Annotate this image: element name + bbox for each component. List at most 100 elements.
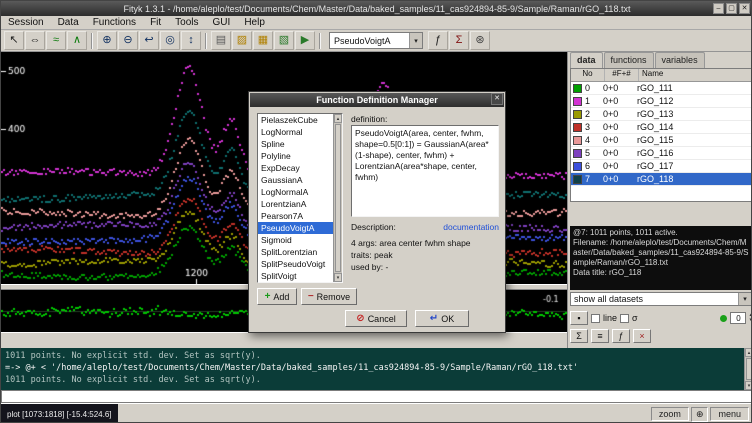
run-script-button[interactable]: ▶ [295,31,315,50]
dataset-row[interactable]: 30+0rGO_114 [571,121,751,134]
aux-splitter[interactable] [1,332,567,348]
dialog-title: Function Definition Manager [316,95,438,105]
zoom-all-button[interactable]: ◎ [160,31,180,50]
column-header-fcount[interactable]: #F+# [605,69,639,81]
point-size-button[interactable]: ▪ [570,311,588,325]
menu-item-functions[interactable]: Functions [86,17,143,28]
console-scrollbar[interactable]: ▴ ▾ [744,348,752,390]
line-checkbox[interactable] [591,314,600,323]
documentation-link[interactable]: documentation [443,222,499,232]
maximize-button[interactable]: ▢ [726,3,737,14]
dataset-color-swatch [573,97,582,106]
add-function-button[interactable]: + Add [257,288,297,305]
dataset-row[interactable]: 40+0rGO_115 [571,134,751,147]
function-list-item[interactable]: LogNormal [258,126,333,138]
description-label: Description: [351,222,396,232]
dataset-number: 2 [585,109,603,119]
function-list-item[interactable]: ExpDecay [258,162,333,174]
dataset-filter-combo[interactable]: show all datasets ▾ [570,292,752,306]
dataset-color-swatch [573,84,582,93]
scroll-thumb[interactable] [746,358,752,380]
scroll-down-icon[interactable]: ▾ [745,381,752,390]
scroll-up-icon[interactable]: ▴ [334,114,342,123]
status-menu[interactable]: menu [710,407,749,421]
minimize-button[interactable]: – [713,3,724,14]
baseline-mode-button[interactable]: ≈ [46,31,66,50]
dataset-row[interactable]: 70+0rGO_118 [571,173,751,186]
function-list-item[interactable]: PseudoVoigtA [258,222,333,234]
dataset-number: 6 [585,161,603,171]
column-header-name[interactable]: Name [639,69,751,81]
remove-function-button[interactable]: − Remove [301,288,357,305]
sum-functions-button[interactable]: Σ [570,329,588,343]
function-list-button[interactable]: ≡ [591,329,609,343]
scroll-thumb[interactable] [335,124,341,272]
function-list-item[interactable]: SplitVoigt [258,270,333,282]
delete-function-icon: × [639,332,644,341]
point-size-spinner[interactable]: 0 [730,312,746,324]
ok-button[interactable]: ↵ OK [415,310,469,327]
close-button[interactable]: ✕ [739,3,750,14]
menu-item-data[interactable]: Data [51,17,86,28]
range-mode-button[interactable]: ⇔ [25,31,45,50]
sidebar-splitter[interactable] [568,202,752,226]
scroll-down-icon[interactable]: ▾ [334,273,342,282]
dataset-row[interactable]: 10+0rGO_112 [571,95,751,108]
dataset-row[interactable]: 00+0rGO_111 [571,82,751,95]
command-input[interactable] [1,390,752,403]
menu-item-session[interactable]: Session [1,17,51,28]
export-data-button[interactable]: ▧ [274,31,294,50]
dataset-row[interactable]: 50+0rGO_116 [571,147,751,160]
title-bar[interactable]: Fityk 1.3.1 - /home/aleplo/test/Document… [1,1,752,16]
function-list-item[interactable]: LorentzianA [258,198,333,210]
add-peak-mode-button[interactable]: ∧ [67,31,87,50]
cancel-button[interactable]: ⊘ Cancel [345,310,407,327]
zoom-previous-button[interactable]: ↩ [139,31,159,50]
add-peak-mode-icon: ∧ [73,35,81,46]
auto-add-button[interactable]: ƒ [428,31,448,50]
tab-data[interactable]: data [570,52,603,68]
new-session-button[interactable]: ▤ [211,31,231,50]
zoom-vertical-button[interactable]: ↕ [181,31,201,50]
menu-item-fit[interactable]: Fit [143,17,168,28]
dataset-row[interactable]: 60+0rGO_117 [571,160,751,173]
fit-run-button[interactable]: Σ [449,31,469,50]
settings-button[interactable]: ⊛ [470,31,490,50]
zoom-icon[interactable]: ⊕ [691,407,709,422]
zoom-out-button[interactable]: ⊖ [118,31,138,50]
dataset-color-swatch [573,175,582,184]
function-type-combo[interactable]: PseudoVoigtA▾ [329,32,423,49]
tab-variables[interactable]: variables [655,52,705,68]
column-header-no[interactable]: No [571,69,605,81]
delete-function-button[interactable]: × [633,329,651,343]
function-list-item[interactable]: Polyline [258,150,333,162]
function-list-item[interactable]: SplitPseudoVoigt [258,258,333,270]
dialog-close-button[interactable]: ✕ [491,93,503,105]
function-list-item[interactable]: GaussianA [258,174,333,186]
save-session-button[interactable]: ▦ [253,31,273,50]
tab-functions[interactable]: functions [604,52,654,68]
function-list-scrollbar[interactable]: ▴ ▾ [333,114,342,282]
dialog-title-bar[interactable]: Function Definition Manager [250,93,504,107]
function-list-item[interactable]: LogNormalA [258,186,333,198]
function-list-item[interactable]: SplitLorentzian [258,246,333,258]
function-list-item[interactable]: PielaszekCube [258,114,333,126]
dataset-number: 4 [585,135,603,145]
dataset-row[interactable]: 20+0rGO_113 [571,108,751,121]
open-file-button[interactable]: ▨ [232,31,252,50]
function-list-item[interactable]: Pearson7A [258,210,333,222]
zoom-in-button[interactable]: ⊕ [97,31,117,50]
function-list-item[interactable]: Spline [258,138,333,150]
status-zoom[interactable]: zoom [651,407,689,421]
menu-item-gui[interactable]: GUI [206,17,238,28]
function-list-item[interactable]: Sigmoid [258,234,333,246]
menu-item-tools[interactable]: Tools [168,17,205,28]
dataset-title: Data title: rGO_118 [573,268,749,278]
edit-function-button[interactable]: ƒ [612,329,630,343]
sigma-checkbox[interactable] [620,314,629,323]
definition-textbox[interactable]: PseudoVoigtA(area, center, fwhm, shape=0… [351,125,499,217]
select-mode-button[interactable]: ↖ [4,31,24,50]
function-listbox: PielaszekCubeLogNormalSplinePolylineExpD… [257,113,343,283]
menu-item-help[interactable]: Help [237,17,272,28]
scroll-up-icon[interactable]: ▴ [745,348,752,357]
